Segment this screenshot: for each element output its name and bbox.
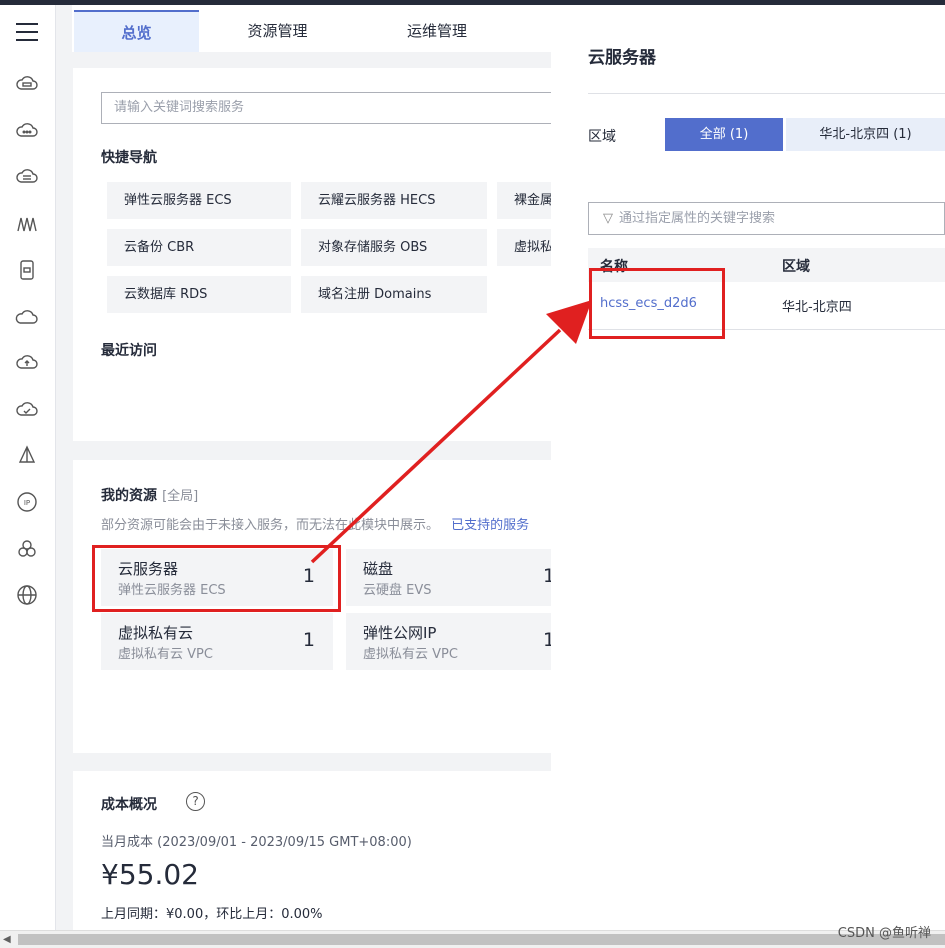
scroll-left-icon[interactable]: ◀ [3, 934, 11, 945]
scroll-thumb[interactable] [18, 934, 945, 945]
watermark: CSDN @鱼听禅 [837, 926, 931, 941]
annotation-arrow-line [310, 328, 562, 564]
annotation-arrow [310, 300, 592, 564]
horizontal-scrollbar[interactable]: ◀ [0, 930, 945, 948]
